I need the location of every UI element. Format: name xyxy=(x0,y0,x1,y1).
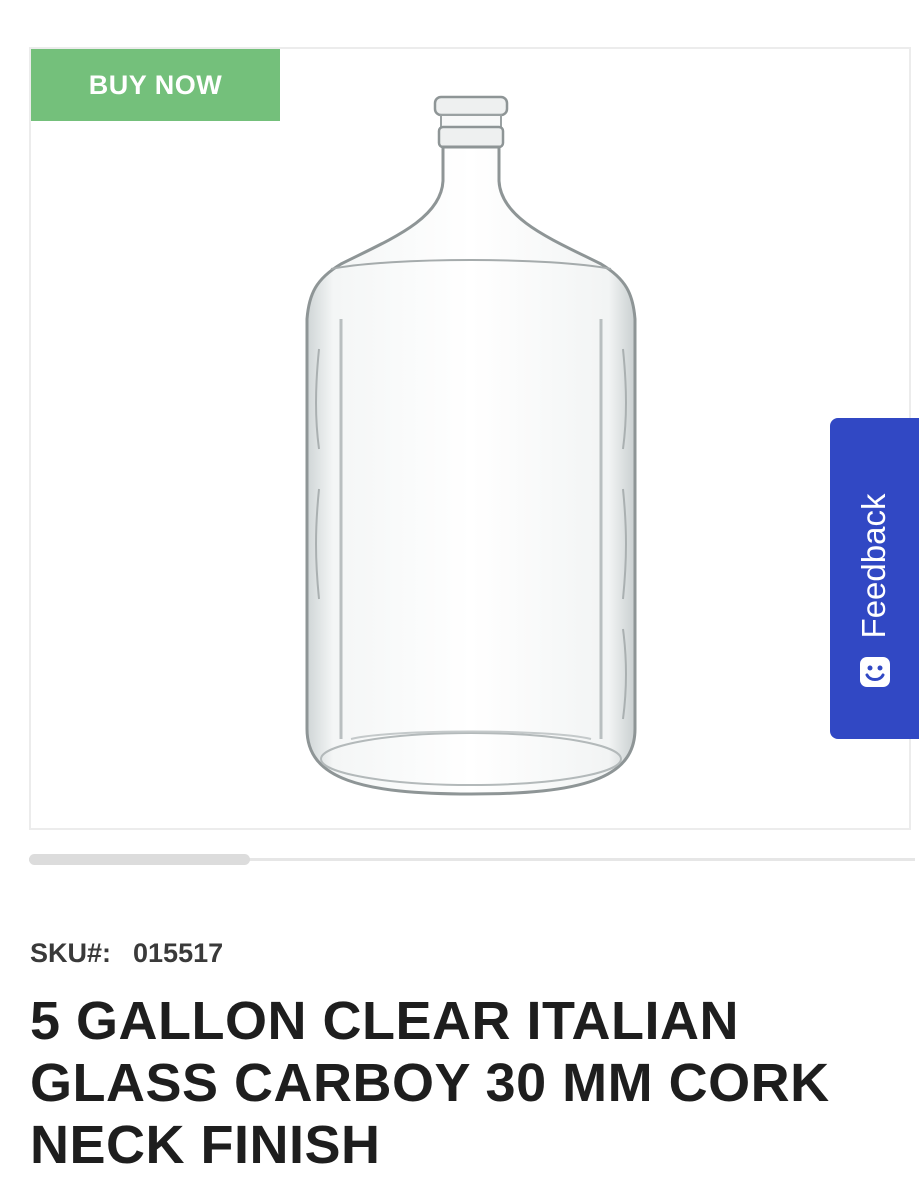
smiley-face-icon xyxy=(860,657,890,687)
carousel-scroll-thumb[interactable] xyxy=(29,854,250,865)
feedback-label: Feedback xyxy=(855,493,892,639)
feedback-tab[interactable]: Feedback xyxy=(830,418,919,739)
sku-value: 015517 xyxy=(133,938,224,968)
product-image-frame: BUY NOW xyxy=(29,47,911,830)
product-image xyxy=(305,95,637,796)
product-title: 5 GALLON CLEAR ITALIAN GLASS CARBOY 30 M… xyxy=(30,991,830,1175)
sku-label: SKU#: xyxy=(30,938,112,968)
sku-line: SKU#: 015517 xyxy=(30,938,223,969)
product-page: BUY NOW Feedback SKU#: 015517 5 GALLON C… xyxy=(0,0,919,1200)
buy-now-button[interactable]: BUY NOW xyxy=(31,49,280,121)
